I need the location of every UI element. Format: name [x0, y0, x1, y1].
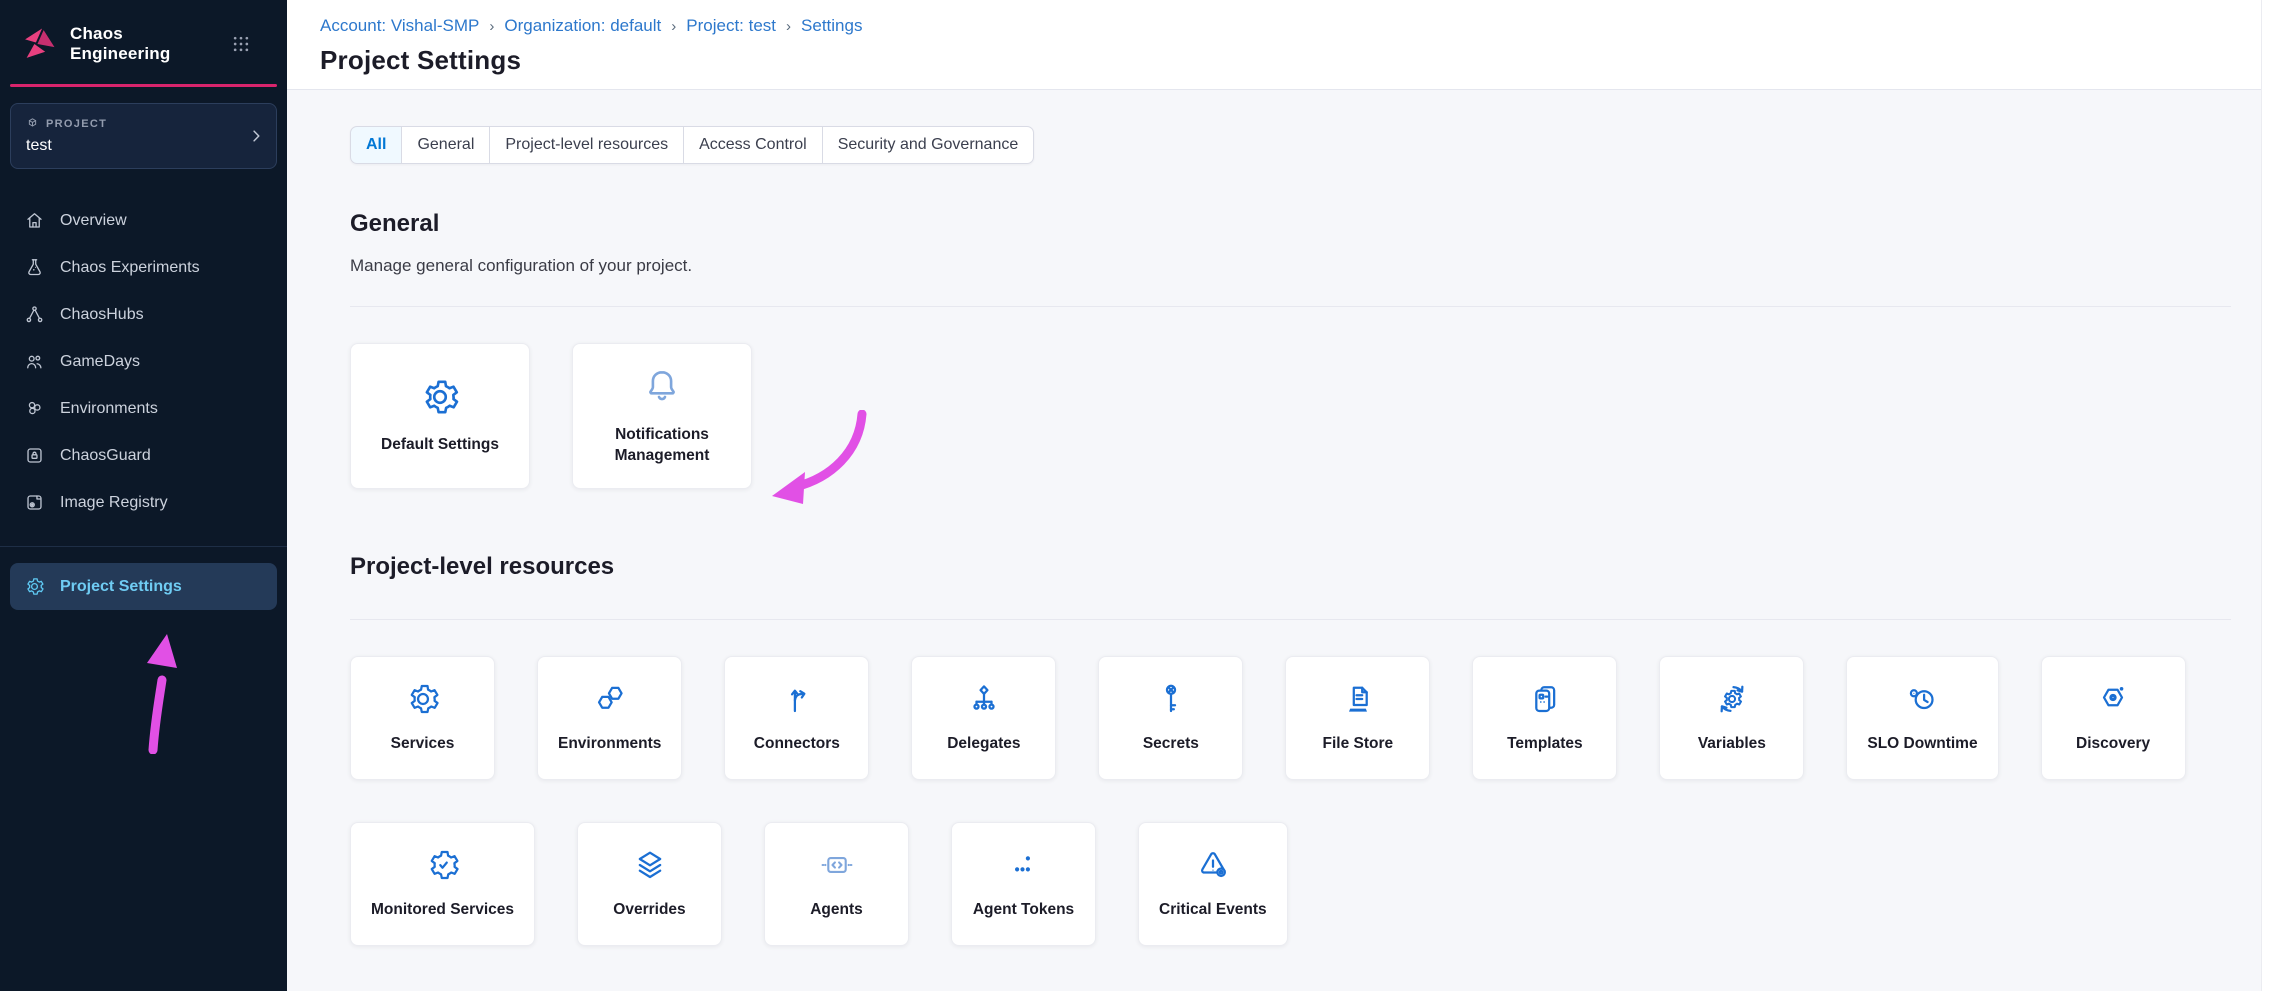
file-store-icon: [1340, 681, 1376, 717]
card-monitored-services[interactable]: Monitored Services: [350, 822, 535, 946]
app-logo[interactable]: Chaos Engineering: [0, 0, 287, 82]
flask-icon: [24, 257, 45, 278]
section-divider: [350, 619, 2231, 620]
card-overrides[interactable]: Overrides: [577, 822, 722, 946]
project-name: test: [26, 137, 242, 155]
breadcrumb-account[interactable]: Account: Vishal-SMP: [320, 16, 479, 36]
org-tree-icon: [966, 681, 1002, 717]
main-area: Account: Vishal-SMP › Organization: defa…: [287, 0, 2275, 991]
card-variables[interactable]: Variables: [1659, 656, 1804, 780]
annotation-arrow-up: [133, 630, 189, 754]
bell-icon: [641, 366, 683, 408]
clock-icon: [1904, 681, 1940, 717]
scrollbar-track[interactable]: [2261, 0, 2275, 991]
tab-project-level-resources[interactable]: Project-level resources: [490, 126, 684, 164]
section-general-subtitle: Manage general configuration of your pro…: [350, 256, 2231, 276]
card-secrets[interactable]: Secrets: [1098, 656, 1243, 780]
card-critical-events[interactable]: Critical Events: [1138, 822, 1288, 946]
breadcrumb: Account: Vishal-SMP › Organization: defa…: [320, 16, 2275, 36]
breadcrumb-organization[interactable]: Organization: default: [504, 16, 661, 36]
project-label: PROJECT: [26, 117, 242, 130]
circles-icon: [24, 398, 45, 419]
gear-check-icon: [425, 847, 461, 883]
sidebar-item-chaos-experiments[interactable]: Chaos Experiments: [0, 244, 287, 291]
templates-icon: [1527, 681, 1563, 717]
gear-icon: [405, 681, 441, 717]
sidebar-item-chaosguard[interactable]: ChaosGuard: [0, 432, 287, 479]
card-discovery[interactable]: Discovery: [2041, 656, 2186, 780]
warning-gear-icon: [1195, 847, 1231, 883]
hub-icon: [24, 304, 45, 325]
card-notifications-management[interactable]: Notifications Management: [572, 343, 752, 489]
project-selector[interactable]: PROJECT test: [10, 103, 277, 169]
sidebar-item-project-settings[interactable]: Project Settings: [10, 563, 277, 610]
breadcrumb-separator: ›: [786, 18, 791, 35]
lock-icon: [24, 445, 45, 466]
card-environments[interactable]: Environments: [537, 656, 682, 780]
key-icon: [1153, 681, 1189, 717]
card-slo-downtime[interactable]: SLO Downtime: [1846, 656, 1998, 780]
breadcrumb-settings[interactable]: Settings: [801, 16, 862, 36]
app-title: Chaos Engineering: [70, 24, 219, 64]
sidebar-item-gamedays[interactable]: GameDays: [0, 338, 287, 385]
tab-access-control[interactable]: Access Control: [684, 126, 823, 164]
sidebar-item-environments[interactable]: Environments: [0, 385, 287, 432]
section-divider: [350, 306, 2231, 307]
card-delegates[interactable]: Delegates: [911, 656, 1056, 780]
card-agent-tokens[interactable]: Agent Tokens: [951, 822, 1096, 946]
card-templates[interactable]: Templates: [1472, 656, 1617, 780]
page-title: Project Settings: [320, 45, 2275, 76]
resources-row-1: Services Environments Connectors Delegat…: [350, 656, 2231, 780]
sidebar: Chaos Engineering PROJECT test Overview …: [0, 0, 287, 991]
module-grid-icon[interactable]: [231, 34, 251, 54]
card-agents[interactable]: Agents: [764, 822, 909, 946]
sidebar-divider: [0, 546, 287, 547]
layers-icon: [632, 847, 668, 883]
home-icon: [24, 210, 45, 231]
card-file-store[interactable]: File Store: [1285, 656, 1430, 780]
sidebar-nav: Overview Chaos Experiments ChaosHubs Gam…: [0, 197, 287, 526]
code-agent-icon: [819, 847, 855, 883]
card-services[interactable]: Services: [350, 656, 495, 780]
general-cards: Default Settings Notifications Managemen…: [350, 343, 2231, 489]
dots-icon: [1006, 847, 1042, 883]
chevron-right-icon: [248, 128, 264, 144]
branch-arrow-icon: [779, 681, 815, 717]
resources-row-2: Monitored Services Overrides Agents Agen…: [350, 822, 2231, 946]
section-general-title: General: [350, 210, 2231, 238]
section-project-level-resources: Project-level resources Services Environ…: [350, 553, 2231, 946]
users-icon: [24, 351, 45, 372]
brand-accent-rule: [10, 84, 277, 87]
hexagon-gear-icon: [2095, 681, 2131, 717]
sidebar-item-chaoshubs[interactable]: ChaosHubs: [0, 291, 287, 338]
tab-general[interactable]: General: [402, 126, 490, 164]
content: All General Project-level resources Acce…: [287, 90, 2275, 991]
image-registry-icon: [24, 492, 45, 513]
section-resources-title: Project-level resources: [350, 553, 2231, 581]
card-connectors[interactable]: Connectors: [724, 656, 869, 780]
breadcrumb-project[interactable]: Project: test: [686, 16, 776, 36]
tab-all[interactable]: All: [350, 126, 402, 164]
breadcrumb-separator: ›: [671, 18, 676, 35]
filter-tabs: All General Project-level resources Acce…: [350, 126, 1034, 164]
sidebar-item-image-registry[interactable]: Image Registry: [0, 479, 287, 526]
page-header: Account: Vishal-SMP › Organization: defa…: [287, 0, 2275, 90]
variables-gear-icon: [1714, 681, 1750, 717]
gear-icon: [419, 376, 461, 418]
card-default-settings[interactable]: Default Settings: [350, 343, 530, 489]
sidebar-item-overview[interactable]: Overview: [0, 197, 287, 244]
hexagons-icon: [592, 681, 628, 717]
section-general: General Manage general configuration of …: [350, 210, 2231, 489]
tab-security-governance[interactable]: Security and Governance: [823, 126, 1035, 164]
cube-icon: [26, 117, 39, 130]
chaos-logo-icon: [20, 27, 58, 61]
breadcrumb-separator: ›: [489, 18, 494, 35]
gear-icon: [24, 576, 45, 597]
